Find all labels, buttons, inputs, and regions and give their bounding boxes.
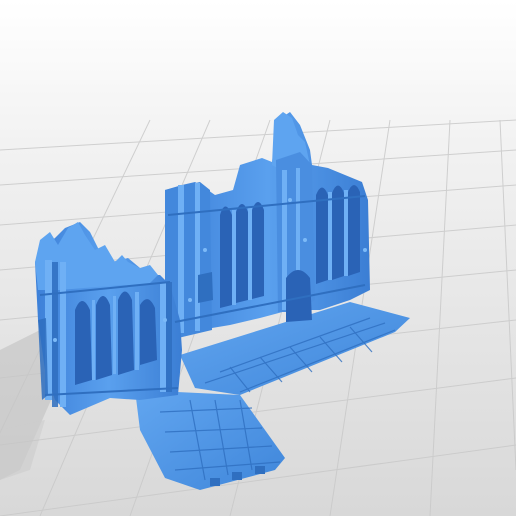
scene-canvas — [0, 0, 516, 516]
3d-model-viewport[interactable] — [0, 0, 516, 516]
